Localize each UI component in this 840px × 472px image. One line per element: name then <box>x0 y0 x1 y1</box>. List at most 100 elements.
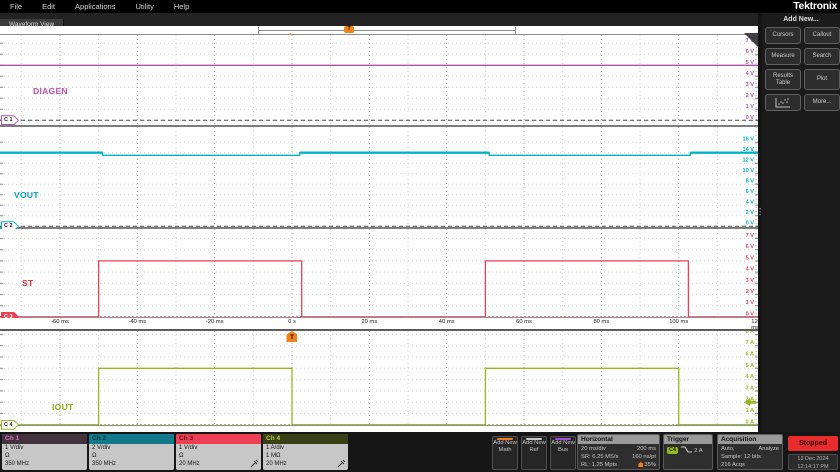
record-view-left-bracket <box>258 27 259 34</box>
add-new-bus-button[interactable]: Add New Bus <box>550 436 576 470</box>
scale-label: 0 V <box>746 311 755 317</box>
menu-edit[interactable]: Edit <box>32 0 65 13</box>
scale-label: 2 V <box>746 93 755 99</box>
scale-label: 0 V <box>746 115 755 121</box>
horizontal-badge[interactable]: Horizontal 20 ms/div 200 ms SR: 6.25 MS/… <box>577 434 660 470</box>
section-divider <box>0 425 758 426</box>
add-new-math-button[interactable]: Add New Math <box>492 436 518 470</box>
scale-label: 10 V <box>742 168 754 174</box>
time-label: 12:14:17 PM <box>797 463 829 470</box>
add-new-label: Add New Ref <box>522 440 546 453</box>
scale-setting: 1 V/div <box>179 445 198 451</box>
scale-label: 3 V <box>746 278 755 284</box>
record-view-line <box>258 30 515 31</box>
scale-label: 8 A <box>746 331 755 335</box>
run-stop-button[interactable]: Stopped <box>788 436 838 451</box>
scale-label: 6 V <box>746 189 755 195</box>
waveform-trace-c4[interactable] <box>0 367 758 425</box>
bandwidth-setting: 350 MHz <box>5 461 30 467</box>
channel-badge-4[interactable]: Ch 41 A/div 1 MΩ 20 MHz <box>263 434 348 470</box>
tab-bar: Waveform View <box>0 13 758 31</box>
trigger-badge[interactable]: Trigger C4 2 A <box>663 434 713 470</box>
sample-rate: SR: 6.25 MS/s <box>581 454 619 460</box>
termination-setting: 1 MΩ <box>266 453 281 459</box>
plot-button[interactable]: Plot <box>804 69 840 90</box>
channel-label-c1[interactable]: DIAGEN <box>33 86 68 96</box>
acquisition-title: Acquisition <box>718 435 782 444</box>
right-panel: • • • Add New... Cursors Callout Measure S… <box>758 13 840 432</box>
scale-label: 3 V <box>746 82 755 88</box>
waveform-graticule[interactable]: T 7 V 6 V 5 V 4 V 3 V 2 V 1 V 0 V DIAGEN C 1 16 V 1… <box>0 26 761 432</box>
termination-setting: Ω <box>179 453 184 459</box>
trigger-title: Trigger <box>664 435 712 444</box>
scale-label: 4 V <box>746 267 755 273</box>
cursors-button[interactable]: Cursors <box>765 27 801 44</box>
time-axis-label: 100 ms <box>669 319 689 325</box>
callout-button[interactable]: Callout <box>804 27 840 44</box>
channel-label-c2[interactable]: VOUT <box>14 190 39 200</box>
draw-a-box-zoom-handle[interactable] <box>744 33 758 47</box>
trigger-level: 2 A <box>694 448 703 454</box>
menu-help[interactable]: Help <box>164 0 199 13</box>
bandwidth-setting: 20 MHz <box>179 461 200 467</box>
channel-badge-1[interactable]: Ch 11 V/div Ω 350 MHz <box>2 434 87 470</box>
accent-bar <box>497 438 513 440</box>
scale-label: 0 V <box>746 221 755 227</box>
time-axis-label: -40 ms <box>128 319 147 325</box>
scale-label: 6 V <box>746 244 755 250</box>
datetime-display: 13 Dec 2024 12:14:17 PM <box>788 454 838 470</box>
waveform-slice-c2[interactable]: 16 V 14 V 12 V 10 V8 V6 V4 V2 V0 V VOUT C 2 <box>0 127 758 232</box>
scale-label: 14 V <box>742 147 754 153</box>
record-length: RL: 1.25 Mpts <box>581 462 618 468</box>
record-view-right-bracket <box>515 27 516 34</box>
time-axis-label: -60 ms <box>51 319 69 325</box>
channel-handle-c1[interactable]: C 1 <box>1 115 19 126</box>
record-view-bar[interactable]: T <box>0 26 758 41</box>
time-axis-label: -20 ms <box>205 319 224 325</box>
channel-handle-c4[interactable]: C 4 <box>1 419 19 430</box>
more-button[interactable]: More... <box>804 94 840 111</box>
scale-label: 5 V <box>746 60 755 66</box>
channel-label-c3[interactable]: ST <box>22 278 33 288</box>
add-new-label: Add New Bus <box>551 440 575 453</box>
scale-setting: 1 A/div <box>266 445 285 451</box>
menu-utility[interactable]: Utility <box>125 0 163 13</box>
trigger-source-chip: C4 <box>667 447 679 454</box>
waveform-slice-c4[interactable]: 8 A7 A6 A5 A4 A3 A2 A1 A0 AIOUTC 4T <box>0 331 758 430</box>
waveform-trace-c3[interactable] <box>0 260 758 317</box>
channel-label-c4[interactable]: IOUT <box>52 402 74 412</box>
time-axis: -60 ms -40 ms -20 ms 0 s 20 ms 40 ms 60 ms 80 m… <box>0 318 761 331</box>
time-axis-label: 60 ms <box>516 319 532 325</box>
histogram-plot-icon <box>775 98 790 108</box>
scale-setting: 1 V/div <box>5 445 24 451</box>
menu-file[interactable]: File <box>0 0 32 13</box>
search-button[interactable]: Search <box>804 48 840 65</box>
falling-edge-icon <box>680 446 692 453</box>
waveform-slice-c1[interactable]: 7 V6 V5 V4 V3 V2 V1 V0 V DIAGEN C 1 <box>0 35 758 126</box>
measure-button[interactable]: Measure <box>765 48 801 65</box>
acquisition-analyze: Analyze <box>758 446 779 452</box>
acquisition-badge[interactable]: Acquisition Auto, Analyze Sample: 12 bit… <box>717 434 783 470</box>
histogram-plot-button[interactable] <box>765 94 801 111</box>
channel-badge-title: Ch 3 <box>176 434 261 444</box>
results-table-button[interactable]: Results Table <box>765 69 801 90</box>
channel-badge-3[interactable]: Ch 31 V/div Ω 20 MHz <box>176 434 261 470</box>
tektronix-logo: Tektronix <box>793 0 837 12</box>
panel-splitter[interactable]: • • • <box>758 13 762 432</box>
add-new-ref-button[interactable]: Add New Ref <box>521 436 547 470</box>
probe-settings-icon <box>337 459 346 468</box>
waveform-slice-c3[interactable]: 7 V6 V5 V4 V3 V2 V1 V0 V ST C 3 <box>0 229 758 322</box>
record-trigger-marker[interactable]: T <box>344 26 354 33</box>
channel-badge-2[interactable]: Ch 22 V/div Ω 350 MHz <box>89 434 174 470</box>
accent-bar <box>526 438 542 440</box>
splitter-grip-icon: • • • <box>759 207 762 219</box>
add-new-header: Add New... <box>783 16 819 23</box>
scale-label: 6 V <box>746 49 755 55</box>
time-axis-label: 20 ms <box>361 319 378 325</box>
horizontal-title: Horizontal <box>578 435 659 444</box>
scale-label: 7 V <box>746 233 755 239</box>
menu-applications[interactable]: Applications <box>65 0 125 13</box>
acquisition-count: 216 Acqs <box>721 462 745 468</box>
trigger-position: 35% <box>638 461 656 469</box>
time-axis-label: 80 ms <box>593 319 610 325</box>
